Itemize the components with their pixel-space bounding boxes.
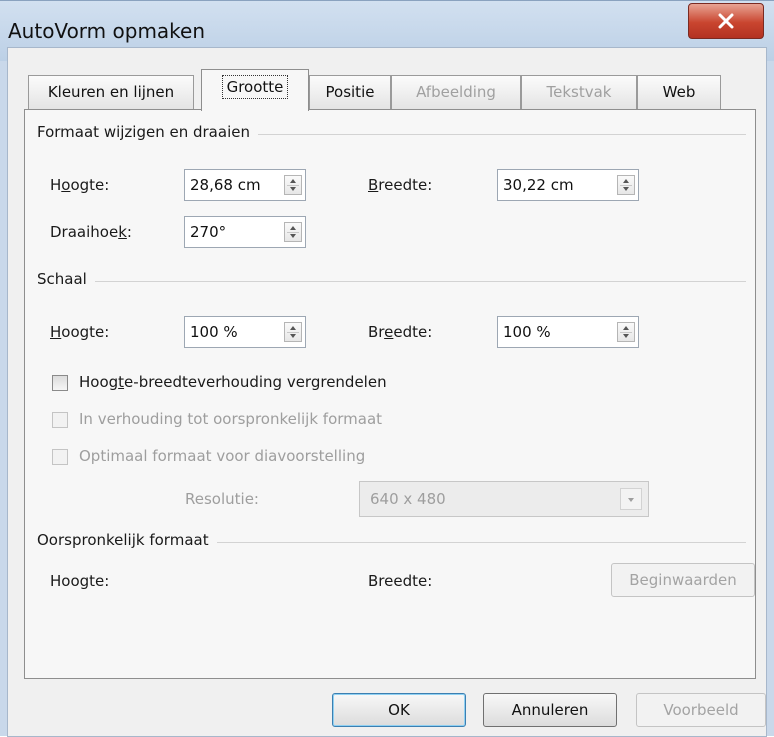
optimal-size-checkbox [52, 449, 68, 465]
close-icon [718, 13, 734, 29]
optimal-size-label: Optimaal formaat voor diavoorstelling [79, 447, 366, 465]
draaihoek-input[interactable]: 270° [184, 216, 306, 248]
resolutie-label: Resolutie: [185, 490, 259, 508]
schaal-hoogte-label: Hoogte: [50, 323, 110, 341]
ok-button[interactable]: OK [332, 693, 466, 727]
schaal-breedte-spinner[interactable] [617, 322, 635, 342]
preview-button: Voorbeeld [636, 693, 766, 727]
window-title: AutoVorm opmaken [8, 19, 206, 43]
lock-ratio-label[interactable]: Hoogte-breedteverhouding vergrendelen [79, 373, 387, 391]
origineel-hoogte-label: Hoogte: [50, 572, 110, 590]
tab-grootte[interactable]: Grootte [201, 69, 309, 111]
chevron-down-icon [620, 488, 642, 510]
formaat-breedte-value: 30,22 cm [503, 176, 574, 194]
draaihoek-spinner[interactable] [284, 222, 302, 242]
group-title-oorspronkelijk: Oorspronkelijk formaat [37, 531, 217, 549]
draaihoek-value: 270° [190, 223, 227, 241]
group-divider [37, 281, 746, 282]
tab-afbeelding: Afbeelding [391, 75, 521, 109]
schaal-hoogte-spinner[interactable] [284, 322, 302, 342]
resolutie-select: 640 x 480 [359, 481, 649, 517]
schaal-hoogte-input[interactable]: 100 % [184, 316, 306, 348]
schaal-breedte-value: 100 % [503, 323, 551, 341]
tab-kleuren-en-lijnen[interactable]: Kleuren en lijnen [28, 75, 194, 109]
reset-size-button: Beginwaarden [611, 563, 755, 597]
group-title-schaal: Schaal [37, 270, 95, 288]
origineel-breedte-label: Breedte: [368, 572, 433, 590]
formaat-hoogte-label: Hoogte: [50, 176, 110, 194]
formaat-breedte-input[interactable]: 30,22 cm [497, 169, 639, 201]
relative-size-label: In verhouding tot oorspronkelijk formaat [79, 410, 383, 428]
formaat-breedte-spinner[interactable] [617, 175, 635, 195]
tab-grootte-label: Grootte [221, 75, 289, 99]
formaat-hoogte-spinner[interactable] [284, 175, 302, 195]
relative-size-checkbox [52, 412, 68, 428]
schaal-breedte-label: Breedte: [368, 323, 433, 341]
schaal-hoogte-value: 100 % [190, 323, 238, 341]
schaal-breedte-input[interactable]: 100 % [497, 316, 639, 348]
group-title-formaat: Formaat wijzigen en draaien [37, 123, 258, 141]
tab-tekstvak: Tekstvak [521, 75, 637, 109]
lock-ratio-checkbox[interactable] [52, 375, 68, 391]
formaat-breedte-label: Breedte: [368, 176, 433, 194]
tab-positie[interactable]: Positie [309, 75, 391, 109]
formaat-hoogte-value: 28,68 cm [190, 176, 261, 194]
formaat-hoogte-input[interactable]: 28,68 cm [184, 169, 306, 201]
cancel-button[interactable]: Annuleren [483, 693, 617, 727]
close-button[interactable] [688, 3, 764, 39]
draaihoek-label: Draaihoek: [50, 223, 132, 241]
dialog-window: AutoVorm opmaken Kleuren en lijnen Groot… [0, 0, 774, 737]
tab-web[interactable]: Web [637, 75, 721, 109]
resolutie-value: 640 x 480 [370, 490, 446, 508]
